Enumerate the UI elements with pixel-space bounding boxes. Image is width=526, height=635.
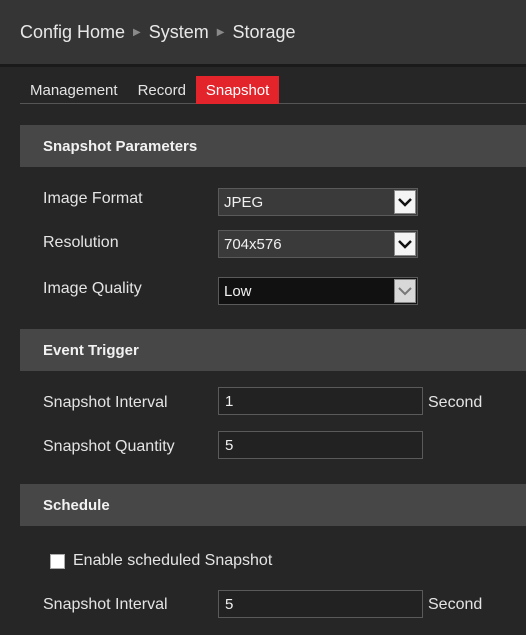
enable-schedule-row: Enable scheduled Snapshot (50, 552, 272, 570)
image-quality-value: Low (224, 282, 252, 300)
image-format-label: Image Format (43, 190, 143, 207)
breadcrumb-arrow-icon: ▶ (216, 26, 225, 38)
tab-snapshot[interactable]: Snapshot (195, 76, 280, 104)
section-header-event-trigger: Event Trigger (20, 329, 526, 371)
event-snapshot-interval-label: Snapshot Interval (43, 394, 168, 411)
resolution-select[interactable]: 704x576 (218, 230, 418, 258)
breadcrumb-arrow-icon: ▶ (133, 26, 141, 38)
image-format-select[interactable]: JPEG (218, 188, 418, 216)
enable-scheduled-snapshot-label[interactable]: Enable scheduled Snapshot (73, 552, 272, 570)
schedule-snapshot-interval-input[interactable]: 5 (218, 590, 423, 618)
chevron-down-icon[interactable] (394, 232, 416, 256)
schedule-interval-unit: Second (428, 596, 483, 613)
image-quality-label: Image Quality (43, 280, 142, 297)
schedule-snapshot-interval-label: Snapshot Interval (43, 596, 168, 613)
tab-bar: Management Record Snapshot (20, 74, 526, 104)
chevron-down-icon[interactable] (394, 190, 416, 214)
section-header-snapshot-parameters: Snapshot Parameters (20, 125, 526, 167)
breadcrumb-config-home[interactable]: Config Home (20, 22, 125, 43)
image-format-value: JPEG (224, 193, 264, 211)
image-quality-select[interactable]: Low (218, 277, 418, 305)
resolution-label: Resolution (43, 234, 119, 251)
chevron-down-icon[interactable] (394, 279, 416, 303)
breadcrumb-system[interactable]: System (149, 22, 209, 43)
breadcrumb: Config Home ▶ System ▶ Storage (0, 0, 526, 64)
section-header-schedule: Schedule (20, 484, 526, 526)
snapshot-quantity-label: Snapshot Quantity (43, 438, 175, 455)
tab-management[interactable]: Management (20, 76, 128, 104)
breadcrumb-storage: Storage (232, 21, 296, 42)
enable-scheduled-snapshot-checkbox[interactable] (50, 553, 65, 569)
event-snapshot-interval-input[interactable]: 1 (218, 387, 423, 415)
resolution-value: 704x576 (224, 235, 282, 253)
header-divider (0, 64, 526, 67)
snapshot-quantity-input[interactable]: 5 (218, 431, 423, 459)
event-interval-unit: Second (428, 394, 483, 411)
tab-record[interactable]: Record (128, 76, 196, 104)
